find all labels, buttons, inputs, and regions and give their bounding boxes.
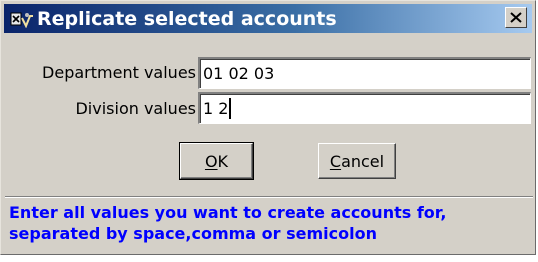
dialog-window: Replicate selected accounts Department v… [0,0,536,255]
division-label: Division values [75,99,196,118]
department-label: Department values [42,63,196,82]
title-bar[interactable]: Replicate selected accounts [4,4,532,33]
hint-text: Enter all values you want to create acco… [9,202,531,244]
window-title: Replicate selected accounts [37,7,337,30]
close-button[interactable] [505,7,527,28]
department-field[interactable]: 01 02 03 [198,57,531,89]
division-field[interactable]: 1 2 [198,92,531,124]
ok-button[interactable]: OK [179,142,254,180]
division-value: 1 2 [203,99,229,118]
hint-line-1: Enter all values you want to create acco… [9,203,447,222]
app-icon [10,10,34,28]
hint-line-2: separated by space,comma or semicolon [9,224,377,243]
separator [5,196,533,198]
cancel-button[interactable]: Cancel [318,143,396,179]
department-value: 01 02 03 [203,64,275,83]
text-caret [229,98,232,119]
cancel-button-label: Cancel [329,151,385,171]
ok-button-label: OK [204,151,229,171]
close-icon [510,12,522,23]
